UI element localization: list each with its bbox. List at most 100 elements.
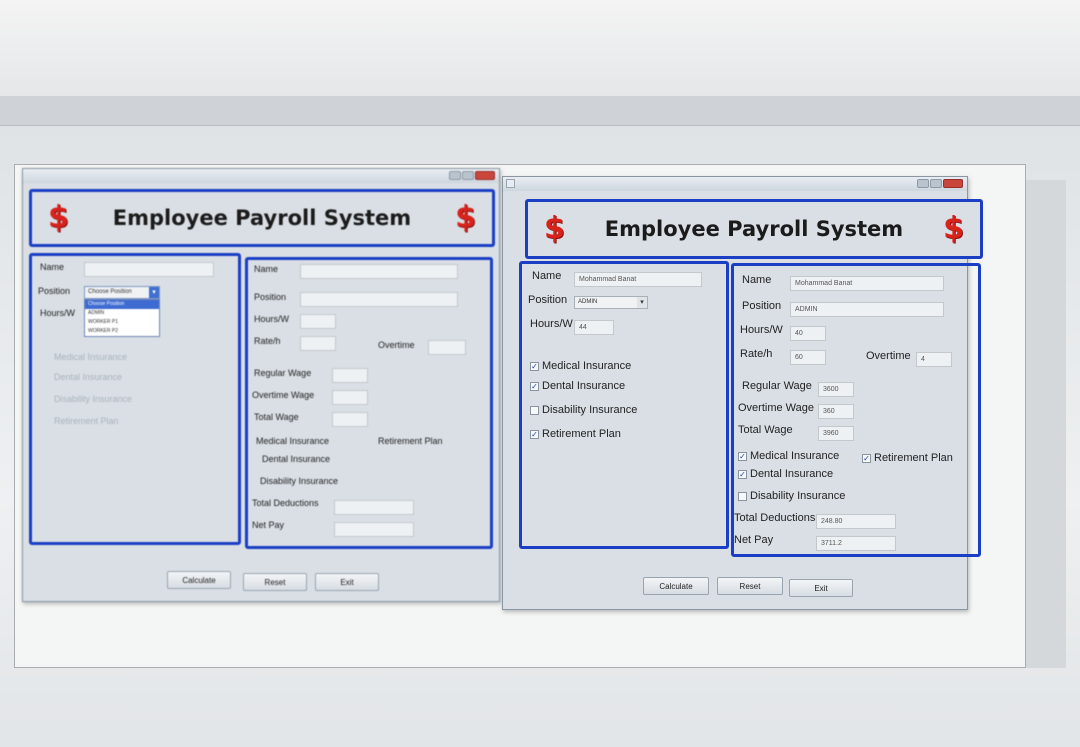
option-worker-p2[interactable]: WORKER P2 [85, 327, 159, 336]
position-label: Position [38, 286, 71, 296]
name-label: Name [40, 262, 65, 272]
checkbox-checked-icon: ✓ [530, 381, 539, 391]
medical-insurance-checkbox[interactable]: ✓ Medical Insurance [530, 360, 631, 372]
hours-label: Hours/W [40, 308, 76, 318]
overtime-wage-field [332, 390, 368, 405]
window-controls [449, 171, 495, 180]
reset-button[interactable]: Reset [243, 573, 307, 591]
name-input[interactable] [84, 262, 214, 277]
output-disability-check: Disability Insurance [260, 476, 339, 486]
output-medical-check: Medical Insurance [256, 436, 330, 446]
checkbox-empty-icon [530, 405, 539, 415]
app-icon [506, 179, 515, 188]
total-wage-field: 3960 [818, 426, 854, 441]
overtime-wage-field: 360 [818, 404, 854, 419]
dollar-icon: $ [544, 211, 565, 246]
checkbox-empty-icon [738, 491, 747, 501]
window-controls [917, 179, 963, 188]
medical-insurance-checkbox[interactable]: Medical Insurance [54, 352, 127, 362]
total-wage-label: Total Wage [254, 412, 299, 422]
output-position-field [300, 292, 458, 307]
disability-insurance-checkbox[interactable]: Disability Insurance [530, 404, 637, 416]
output-name-field: Mohammad Banat [790, 276, 944, 291]
regular-wage-label: Regular Wage [742, 380, 812, 392]
minimize-button[interactable] [917, 179, 929, 188]
position-dropdown[interactable]: Choose Position ▾ [84, 286, 160, 299]
total-deductions-field: 248.80 [816, 514, 896, 529]
output-name-label: Name [742, 274, 772, 286]
output-dental-check: ✓ Dental Insurance [738, 468, 834, 480]
option-worker-p1[interactable]: WORKER P1 [85, 318, 159, 327]
input-panel: Name Mohammad Banat Position ADMIN ▾ Hou… [519, 261, 729, 549]
payroll-window-filled: $ Employee Payroll System $ Name Mohamma… [502, 176, 983, 610]
payroll-window-empty: $ Employee Payroll System $ Name Positio… [22, 168, 500, 602]
name-label: Name [532, 270, 562, 282]
dental-insurance-checkbox[interactable]: ✓ Dental Insurance [530, 380, 625, 392]
retirement-plan-checkbox[interactable]: Retirement Plan [54, 416, 119, 426]
dental-insurance-checkbox[interactable]: Dental Insurance [54, 372, 122, 382]
output-hours-label: Hours/W [740, 324, 783, 336]
desktop-shadow [1026, 180, 1066, 668]
page-title: Employee Payroll System [604, 217, 904, 241]
maximize-button[interactable] [462, 171, 474, 180]
output-panel: Name Position Hours/W Rate/h Overtime Re… [245, 257, 493, 549]
close-button[interactable] [943, 179, 963, 188]
output-overtime-field [428, 340, 466, 355]
hours-input[interactable]: 44 [574, 320, 614, 335]
position-options-list: Choose Position ADMIN WORKER P1 WORKER P… [84, 299, 160, 337]
checkbox-checked-icon: ✓ [530, 361, 539, 371]
output-hours-label: Hours/W [254, 314, 290, 324]
output-name-label: Name [254, 264, 279, 274]
reset-button[interactable]: Reset [717, 577, 783, 595]
exit-button[interactable]: Exit [789, 579, 853, 597]
output-retirement-check: ✓ Retirement Plan [862, 452, 953, 464]
output-disability-check: Disability Insurance [738, 490, 845, 502]
retirement-plan-checkbox[interactable]: ✓ Retirement Plan [530, 428, 621, 440]
output-position-label: Position [254, 292, 287, 302]
close-button[interactable] [475, 171, 495, 180]
dropdown-arrow-icon: ▾ [637, 297, 647, 308]
maximize-button[interactable] [930, 179, 942, 188]
output-position-label: Position [742, 300, 782, 312]
output-position-field: ADMIN [790, 302, 944, 317]
total-wage-label: Total Wage [738, 424, 793, 436]
output-hours-field: 40 [790, 326, 826, 341]
output-panel: Name Mohammad Banat Position ADMIN Hours… [731, 263, 981, 557]
dropdown-arrow-icon: ▾ [149, 287, 159, 298]
calculate-button[interactable]: Calculate [167, 571, 231, 589]
output-overtime-field: 4 [916, 352, 952, 367]
dollar-icon: $ [48, 200, 69, 235]
header-panel: $ Employee Payroll System $ [525, 199, 983, 259]
output-hours-field [300, 314, 336, 329]
overtime-wage-label: Overtime Wage [252, 390, 315, 400]
calculate-button[interactable]: Calculate [643, 577, 709, 595]
output-overtime-label: Overtime [378, 340, 415, 350]
position-dropdown[interactable]: ADMIN ▾ [574, 296, 648, 309]
page-title: Employee Payroll System [112, 206, 412, 230]
regular-wage-field [332, 368, 368, 383]
input-panel: Name Position Choose Position ▾ Choose P… [29, 253, 241, 545]
regular-wage-label: Regular Wage [254, 368, 312, 378]
title-bar [503, 177, 967, 191]
output-rate-field [300, 336, 336, 351]
dollar-icon: $ [455, 200, 476, 235]
output-medical-check: ✓ Medical Insurance [738, 450, 840, 462]
output-rate-label: Rate/h [740, 348, 773, 360]
checkbox-checked-icon: ✓ [862, 453, 871, 463]
output-rate-label: Rate/h [254, 336, 281, 346]
overtime-wage-label: Overtime Wage [738, 402, 815, 414]
name-input[interactable]: Mohammad Banat [574, 272, 702, 287]
checkbox-checked-icon: ✓ [738, 451, 747, 461]
output-rate-field: 60 [790, 350, 826, 365]
desktop-band [0, 96, 1080, 126]
disability-insurance-checkbox[interactable]: Disability Insurance [54, 394, 132, 404]
option-choose-position[interactable]: Choose Position [85, 300, 159, 309]
option-admin[interactable]: ADMIN [85, 309, 159, 318]
title-bar [23, 169, 499, 183]
monitor-bezel [0, 0, 1080, 100]
output-overtime-label: Overtime [866, 350, 911, 362]
minimize-button[interactable] [449, 171, 461, 180]
dollar-icon: $ [943, 211, 964, 246]
hours-label: Hours/W [530, 318, 573, 330]
exit-button[interactable]: Exit [315, 573, 379, 591]
